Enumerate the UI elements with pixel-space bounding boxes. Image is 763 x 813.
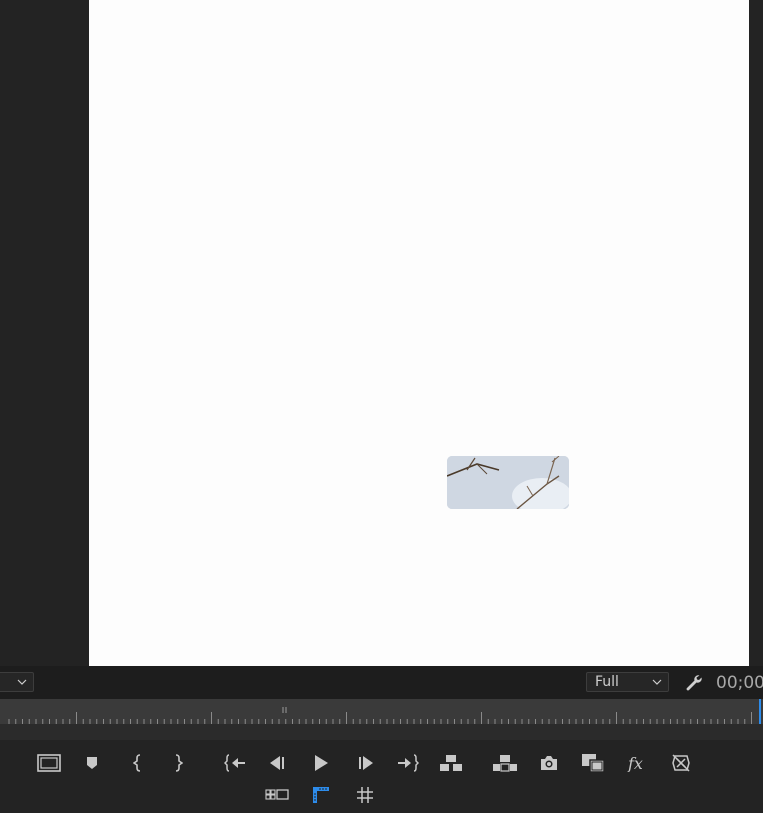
program-monitor — [0, 0, 763, 666]
go-to-in-icon — [224, 754, 245, 772]
insert-icon — [440, 755, 462, 771]
playback-resolution-dropdown[interactable]: Full — [586, 672, 669, 692]
effects-button[interactable]: fx — [623, 751, 649, 775]
playhead-timecode[interactable]: 00;00 — [716, 673, 763, 693]
ruler-marker — [282, 707, 287, 713]
export-frame-icon — [541, 756, 557, 770]
export-frame-button[interactable] — [536, 751, 562, 775]
svg-text:fx: fx — [627, 754, 643, 772]
multicam-view-icon — [265, 789, 289, 800]
step-forward-button[interactable] — [353, 751, 379, 775]
go-to-out-button[interactable] — [395, 751, 421, 775]
transport-controls: fx — [0, 740, 763, 813]
mark-out-icon — [175, 754, 183, 772]
show-guides-icon — [357, 787, 373, 803]
mark-in-button[interactable] — [125, 751, 151, 775]
comparison-view-icon — [582, 754, 605, 773]
overwrite-button[interactable] — [492, 751, 518, 775]
play-icon — [315, 755, 328, 771]
insert-button[interactable] — [438, 751, 464, 775]
monitor-settings-bar: Full 00;00 — [0, 666, 763, 699]
chevron-down-icon — [17, 679, 27, 685]
mark-in-icon — [133, 754, 141, 772]
go-to-out-icon — [398, 754, 419, 772]
safe-margins-button[interactable] — [36, 751, 62, 775]
step-back-icon — [270, 756, 284, 770]
fx-icon: fx — [627, 754, 643, 772]
go-to-in-button[interactable] — [222, 751, 248, 775]
safe-margins-icon — [37, 754, 61, 772]
ruler-ticks — [8, 699, 761, 724]
add-marker-icon — [87, 757, 97, 769]
show-guides-button[interactable] — [352, 783, 378, 807]
toggle-proxies-icon — [672, 754, 690, 772]
add-marker-button[interactable] — [79, 751, 105, 775]
toggle-proxies-button[interactable] — [668, 751, 694, 775]
chevron-down-icon — [652, 679, 662, 685]
step-forward-icon — [359, 756, 373, 770]
show-rulers-button[interactable] — [308, 783, 334, 807]
video-clip-thumbnail[interactable] — [447, 456, 569, 509]
show-rulers-icon — [313, 787, 329, 803]
comparison-view-button[interactable] — [580, 751, 606, 775]
wrench-settings-icon[interactable] — [684, 673, 704, 693]
step-back-button[interactable] — [264, 751, 290, 775]
overwrite-icon — [493, 755, 517, 772]
preview-canvas — [89, 0, 749, 666]
mini-timeline-ruler[interactable] — [0, 699, 763, 740]
multicam-view-button[interactable] — [264, 783, 290, 807]
zoom-level-dropdown[interactable] — [0, 672, 34, 692]
play-button[interactable] — [308, 751, 334, 775]
playback-resolution-value: Full — [595, 674, 619, 690]
mark-out-button[interactable] — [165, 751, 191, 775]
